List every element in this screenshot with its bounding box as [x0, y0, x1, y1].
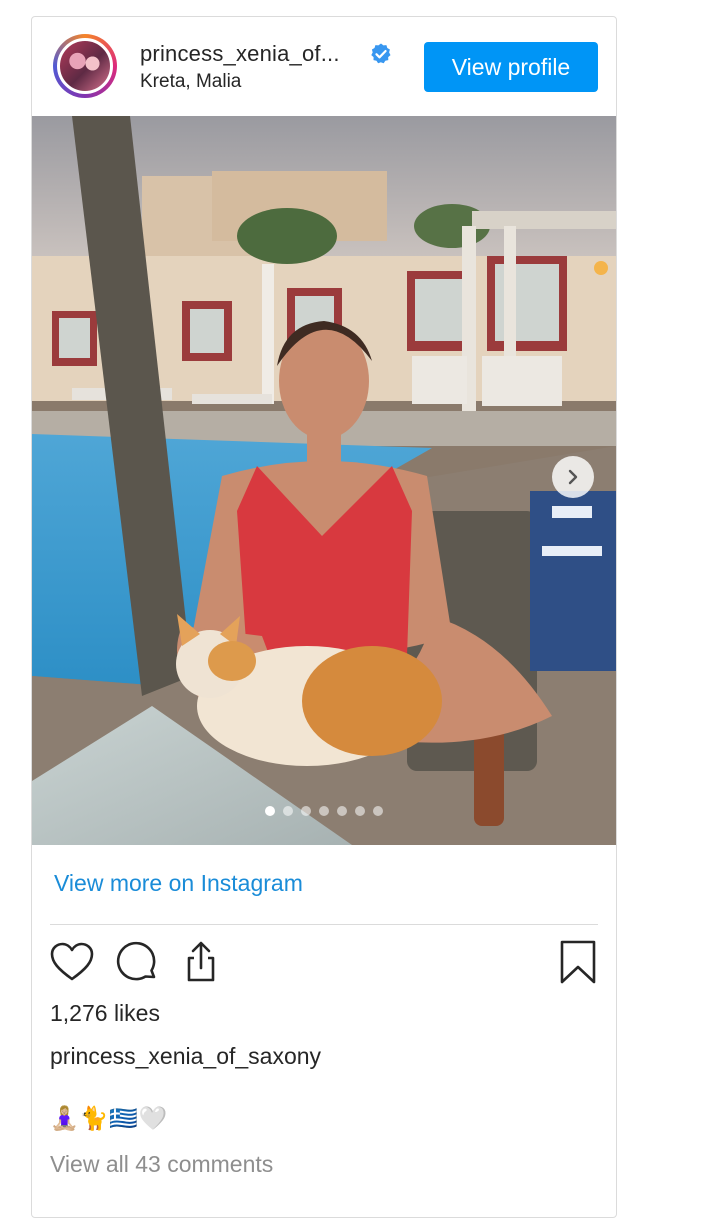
username[interactable]: princess_xenia_of...	[140, 41, 340, 67]
carousel-dot	[301, 806, 311, 816]
bookmark-icon	[560, 940, 596, 984]
comment-button[interactable]	[114, 939, 160, 985]
divider	[50, 924, 598, 925]
like-button[interactable]	[49, 939, 95, 985]
comment-icon	[116, 941, 156, 981]
post-photo[interactable]	[32, 116, 616, 845]
likes-count[interactable]: 1,276 likes	[50, 1000, 160, 1027]
carousel-indicator	[32, 806, 616, 816]
view-more-link[interactable]: View more on Instagram	[54, 870, 303, 897]
heart-icon	[50, 942, 94, 981]
verified-badge-icon	[371, 43, 391, 64]
photo-illustration	[32, 116, 616, 845]
carousel-dot	[265, 806, 275, 816]
view-comments-link[interactable]: View all 43 comments	[50, 1151, 273, 1178]
next-slide-button[interactable]	[552, 456, 594, 498]
carousel-dot	[373, 806, 383, 816]
share-button[interactable]	[178, 939, 224, 985]
carousel-dot	[337, 806, 347, 816]
view-profile-button[interactable]: View profile	[424, 42, 598, 92]
bookmark-button[interactable]	[555, 939, 601, 985]
chevron-right-icon	[568, 469, 578, 485]
share-icon	[187, 941, 215, 982]
post-header: princess_xenia_of... Kreta, Malia View p…	[32, 17, 616, 115]
carousel-dot	[283, 806, 293, 816]
carousel-dot	[355, 806, 365, 816]
avatar[interactable]	[53, 34, 117, 98]
caption-emojis: 🧘🏼‍♀️🐈🇬🇷🤍	[50, 1106, 169, 1132]
carousel-dot	[319, 806, 329, 816]
avatar-image	[57, 38, 113, 94]
instagram-embed-card: princess_xenia_of... Kreta, Malia View p…	[31, 16, 617, 1218]
caption-username[interactable]: princess_xenia_of_saxony	[50, 1043, 321, 1070]
location[interactable]: Kreta, Malia	[140, 71, 241, 93]
